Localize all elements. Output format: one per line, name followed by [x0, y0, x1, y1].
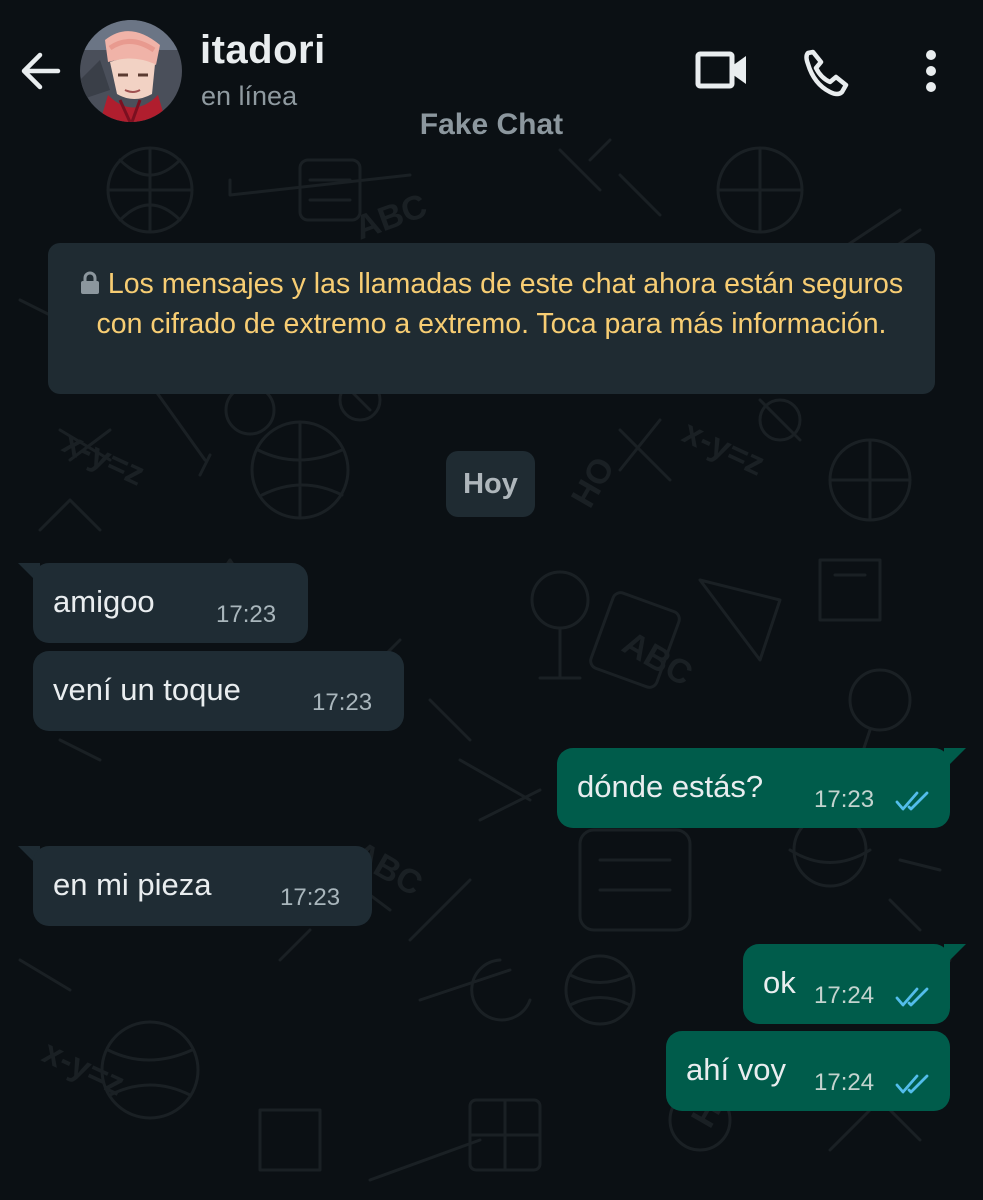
- message-text: dónde estás?: [577, 769, 764, 804]
- more-vertical-icon[interactable]: [914, 46, 948, 96]
- message-bubble[interactable]: ok 17:24: [743, 944, 950, 1024]
- message-text: ok: [763, 965, 796, 1000]
- encryption-notice[interactable]: Los mensajes y las llamadas de este chat…: [48, 243, 935, 394]
- encryption-notice-text: Los mensajes y las llamadas de este chat…: [96, 268, 904, 340]
- message-text: amigoo: [53, 584, 155, 619]
- phone-icon[interactable]: [800, 46, 852, 98]
- watermark-text: Fake Chat: [419, 108, 564, 141]
- message-bubble[interactable]: vení un toque 17:23: [33, 651, 404, 731]
- message-bubble[interactable]: dónde estás? 17:23: [557, 748, 950, 828]
- double-check-read-icon: [895, 1074, 929, 1094]
- message-time: 17:24: [814, 1069, 875, 1096]
- svg-text:x-y=z: x-y=z: [37, 1033, 131, 1104]
- message-bubble[interactable]: ahí voy 17:24: [666, 1031, 950, 1111]
- avatar-image: [80, 20, 182, 122]
- svg-text:HO: HO: [564, 451, 622, 514]
- message-text: vení un toque: [53, 672, 241, 707]
- lock-icon: [80, 271, 99, 294]
- message-time: 17:23: [814, 786, 875, 813]
- message-time: 17:23: [312, 689, 373, 716]
- double-check-read-icon: [895, 791, 929, 811]
- message-bubble[interactable]: amigoo 17:23: [33, 563, 308, 643]
- message-time: 17:24: [814, 982, 875, 1009]
- video-camera-icon[interactable]: [694, 46, 750, 94]
- arrow-left-icon[interactable]: [18, 49, 62, 93]
- message-time: 17:23: [280, 884, 341, 911]
- svg-text:ABC: ABC: [350, 187, 432, 248]
- contact-name[interactable]: itadori: [200, 28, 326, 73]
- chat-header: itadori en línea Fake Chat: [0, 0, 983, 150]
- svg-text:x-y=z: x-y=z: [677, 413, 771, 484]
- message-bubble[interactable]: en mi pieza 17:23: [33, 846, 372, 926]
- avatar[interactable]: [80, 20, 182, 122]
- message-text: en mi pieza: [53, 867, 212, 902]
- message-text: ahí voy: [686, 1052, 786, 1087]
- message-time: 17:23: [216, 601, 277, 628]
- date-divider: Hoy: [446, 451, 535, 517]
- double-check-read-icon: [895, 987, 929, 1007]
